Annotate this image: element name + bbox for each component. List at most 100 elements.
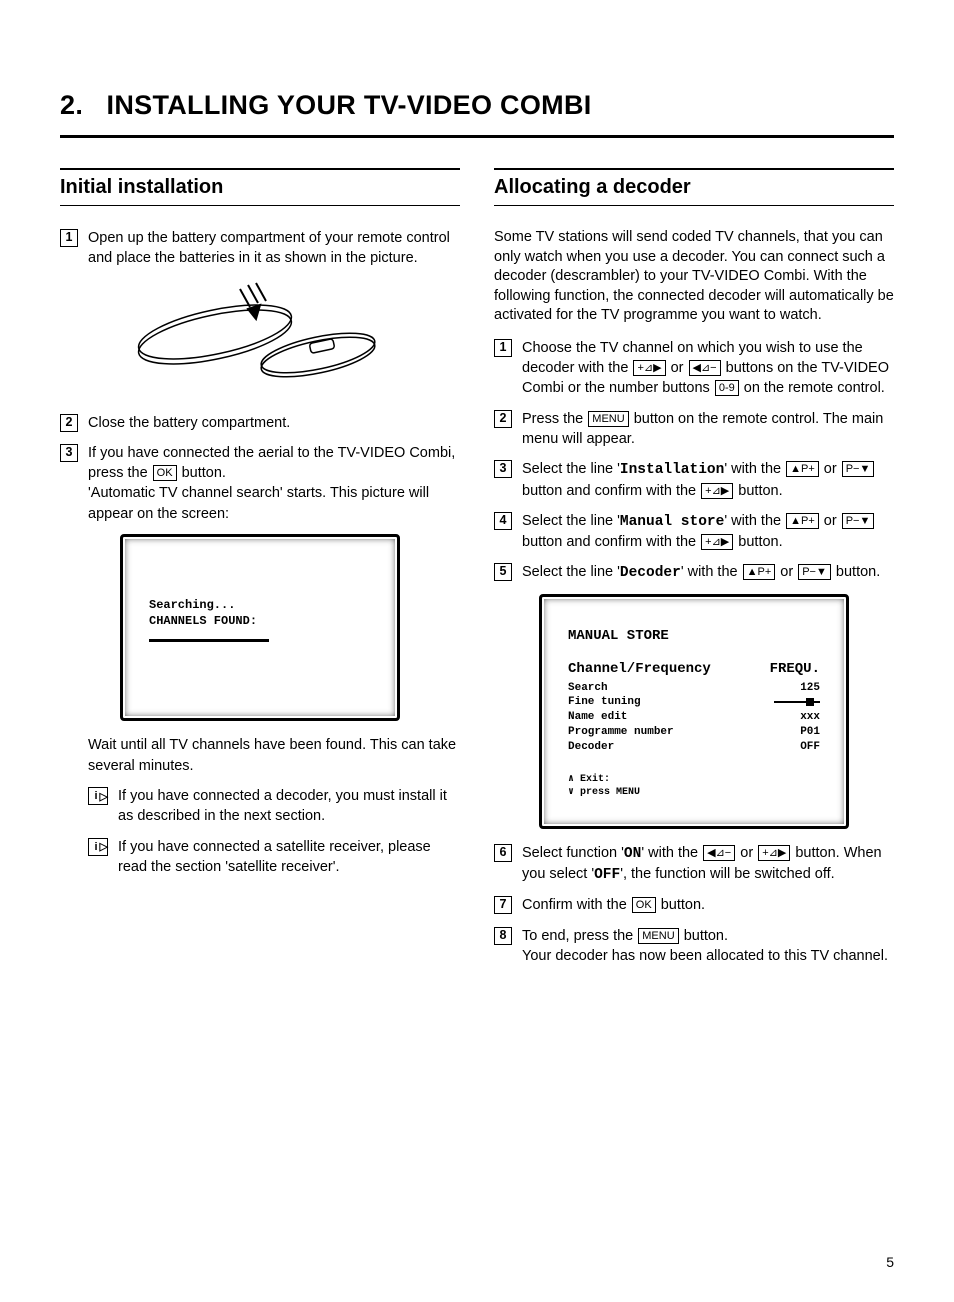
- step-number-icon: 2: [494, 410, 512, 428]
- text-part: button and confirm with the: [522, 483, 700, 499]
- step-number-icon: 5: [494, 563, 512, 581]
- step-text: Close the battery compartment.: [88, 413, 460, 433]
- text-part: or: [671, 360, 688, 376]
- text-part: or: [740, 845, 757, 861]
- section-title-allocating-decoder: Allocating a decoder: [494, 168, 894, 206]
- text-part: Select the line ': [522, 513, 620, 529]
- section-title-initial-installation: Initial installation: [60, 168, 460, 206]
- step-number-icon: 8: [494, 927, 512, 945]
- step-text: If you have connected the aerial to the …: [88, 443, 460, 524]
- key-digits: 0-9: [715, 380, 739, 396]
- text-part: Select function ': [522, 845, 624, 861]
- text-part: ', the function will be switched off.: [620, 866, 834, 882]
- key-plus-right: +⊿▶: [701, 483, 733, 499]
- chapter-text: INSTALLING YOUR TV-VIDEO COMBI: [107, 90, 592, 120]
- step-text: To end, press the MENU button. Your deco…: [522, 926, 894, 967]
- osd-searching-figure: Searching... CHANNELS FOUND:: [120, 534, 400, 721]
- text-part: ' with the: [641, 845, 702, 861]
- step-8: 8 To end, press the MENU button. Your de…: [494, 926, 894, 967]
- text-part: Your decoder has now been allocated to t…: [522, 948, 888, 964]
- step-1: 1 Choose the TV channel on which you wis…: [494, 338, 894, 399]
- term-installation: Installation: [620, 462, 724, 478]
- info-icon: i: [88, 838, 108, 856]
- osd-value: OFF: [800, 740, 820, 755]
- right-column: Allocating a decoder Some TV stations wi…: [494, 162, 894, 976]
- step-text: Open up the battery compartment of your …: [88, 228, 460, 269]
- osd-label: Decoder: [568, 740, 614, 755]
- text-part: button.: [182, 465, 226, 481]
- key-plus-right: +⊿▶: [633, 360, 665, 376]
- step-7: 7 Confirm with the OK button.: [494, 895, 894, 915]
- osd-value: FREQU.: [770, 660, 820, 679]
- step-3: 3 Select the line 'Installation' with th…: [494, 459, 894, 501]
- key-ok: OK: [153, 465, 177, 481]
- osd-manual-store-figure: MANUAL STORE Channel/Frequency FREQU. Se…: [539, 594, 849, 829]
- left-column: Initial installation 1 Open up the batte…: [60, 162, 460, 976]
- step-number-icon: 3: [60, 444, 78, 462]
- key-p-up: ▲P+: [743, 564, 776, 580]
- step-number-icon: 6: [494, 844, 512, 862]
- key-p-down: P−▼: [842, 461, 875, 477]
- osd-label: Channel/Frequency: [568, 660, 711, 679]
- info-note-2: i If you have connected a satellite rece…: [88, 837, 460, 878]
- step-text: Press the MENU button on the remote cont…: [522, 409, 894, 450]
- step-text: Select the line 'Manual store' with the …: [522, 511, 894, 553]
- term-manual-store: Manual store: [620, 514, 724, 530]
- text-part: or: [824, 513, 841, 529]
- text-part: If you have connected the aerial to the …: [88, 445, 455, 481]
- key-p-up: ▲P+: [786, 513, 819, 529]
- text-part: 'Automatic TV channel search' starts. Th…: [88, 485, 429, 521]
- key-plus-right: +⊿▶: [701, 534, 733, 550]
- osd-foot-line: ∨ press MENU: [568, 786, 820, 800]
- chapter-number: 2.: [60, 90, 83, 120]
- text-part: button.: [684, 928, 728, 944]
- step-text: Select function 'ON' with the ◀⊿− or +⊿▶…: [522, 843, 894, 886]
- info-note-1: i If you have connected a decoder, you m…: [88, 786, 460, 827]
- text-part: Press the: [522, 411, 587, 427]
- text-part: button.: [738, 483, 782, 499]
- step-number-icon: 1: [60, 229, 78, 247]
- text-part: button and confirm with the: [522, 534, 700, 550]
- osd-foot-line: ∧ Exit:: [568, 773, 820, 787]
- key-left-minus: ◀⊿−: [689, 360, 721, 376]
- info-icon: i: [88, 787, 108, 805]
- step-4: 4 Select the line 'Manual store' with th…: [494, 511, 894, 553]
- key-p-down: P−▼: [798, 564, 831, 580]
- step-number-icon: 1: [494, 339, 512, 357]
- key-p-up: ▲P+: [786, 461, 819, 477]
- step-number-icon: 4: [494, 512, 512, 530]
- key-plus-right: +⊿▶: [758, 845, 790, 861]
- osd-slider: [774, 695, 820, 710]
- osd-label: Search: [568, 681, 608, 696]
- term-off: OFF: [594, 867, 620, 883]
- text-part: on the remote control.: [744, 380, 885, 396]
- osd-line: Searching...: [149, 597, 371, 613]
- step-text: Choose the TV channel on which you wish …: [522, 338, 894, 399]
- step-number-icon: 7: [494, 896, 512, 914]
- step-5: 5 Select the line 'Decoder' with the ▲P+…: [494, 562, 894, 583]
- page-number: 5: [886, 1254, 894, 1270]
- text-part: Select the line ': [522, 564, 620, 580]
- osd-value: P01: [800, 725, 820, 740]
- chapter-title: 2. INSTALLING YOUR TV-VIDEO COMBI: [60, 90, 894, 138]
- text-part: Select the line ': [522, 461, 620, 477]
- osd-value: 125: [800, 681, 820, 696]
- note-text: If you have connected a satellite receiv…: [118, 837, 460, 878]
- step-2: 2 Press the MENU button on the remote co…: [494, 409, 894, 450]
- text-part: or: [824, 461, 841, 477]
- osd-line: CHANNELS FOUND:: [149, 613, 371, 629]
- key-menu: MENU: [588, 411, 628, 427]
- text-part: To end, press the: [522, 928, 637, 944]
- osd-value: xxx: [800, 710, 820, 725]
- step-number-icon: 2: [60, 414, 78, 432]
- text-part: ' with the: [724, 461, 785, 477]
- remote-control-figure: [130, 279, 390, 399]
- text-part: button.: [738, 534, 782, 550]
- osd-title: MANUAL STORE: [568, 627, 820, 646]
- osd-label: Fine tuning: [568, 695, 641, 710]
- text-part: button.: [836, 564, 880, 580]
- step-text: Confirm with the OK button.: [522, 895, 894, 915]
- step-2: 2 Close the battery compartment.: [60, 413, 460, 433]
- text-part: or: [780, 564, 797, 580]
- key-ok: OK: [632, 897, 656, 913]
